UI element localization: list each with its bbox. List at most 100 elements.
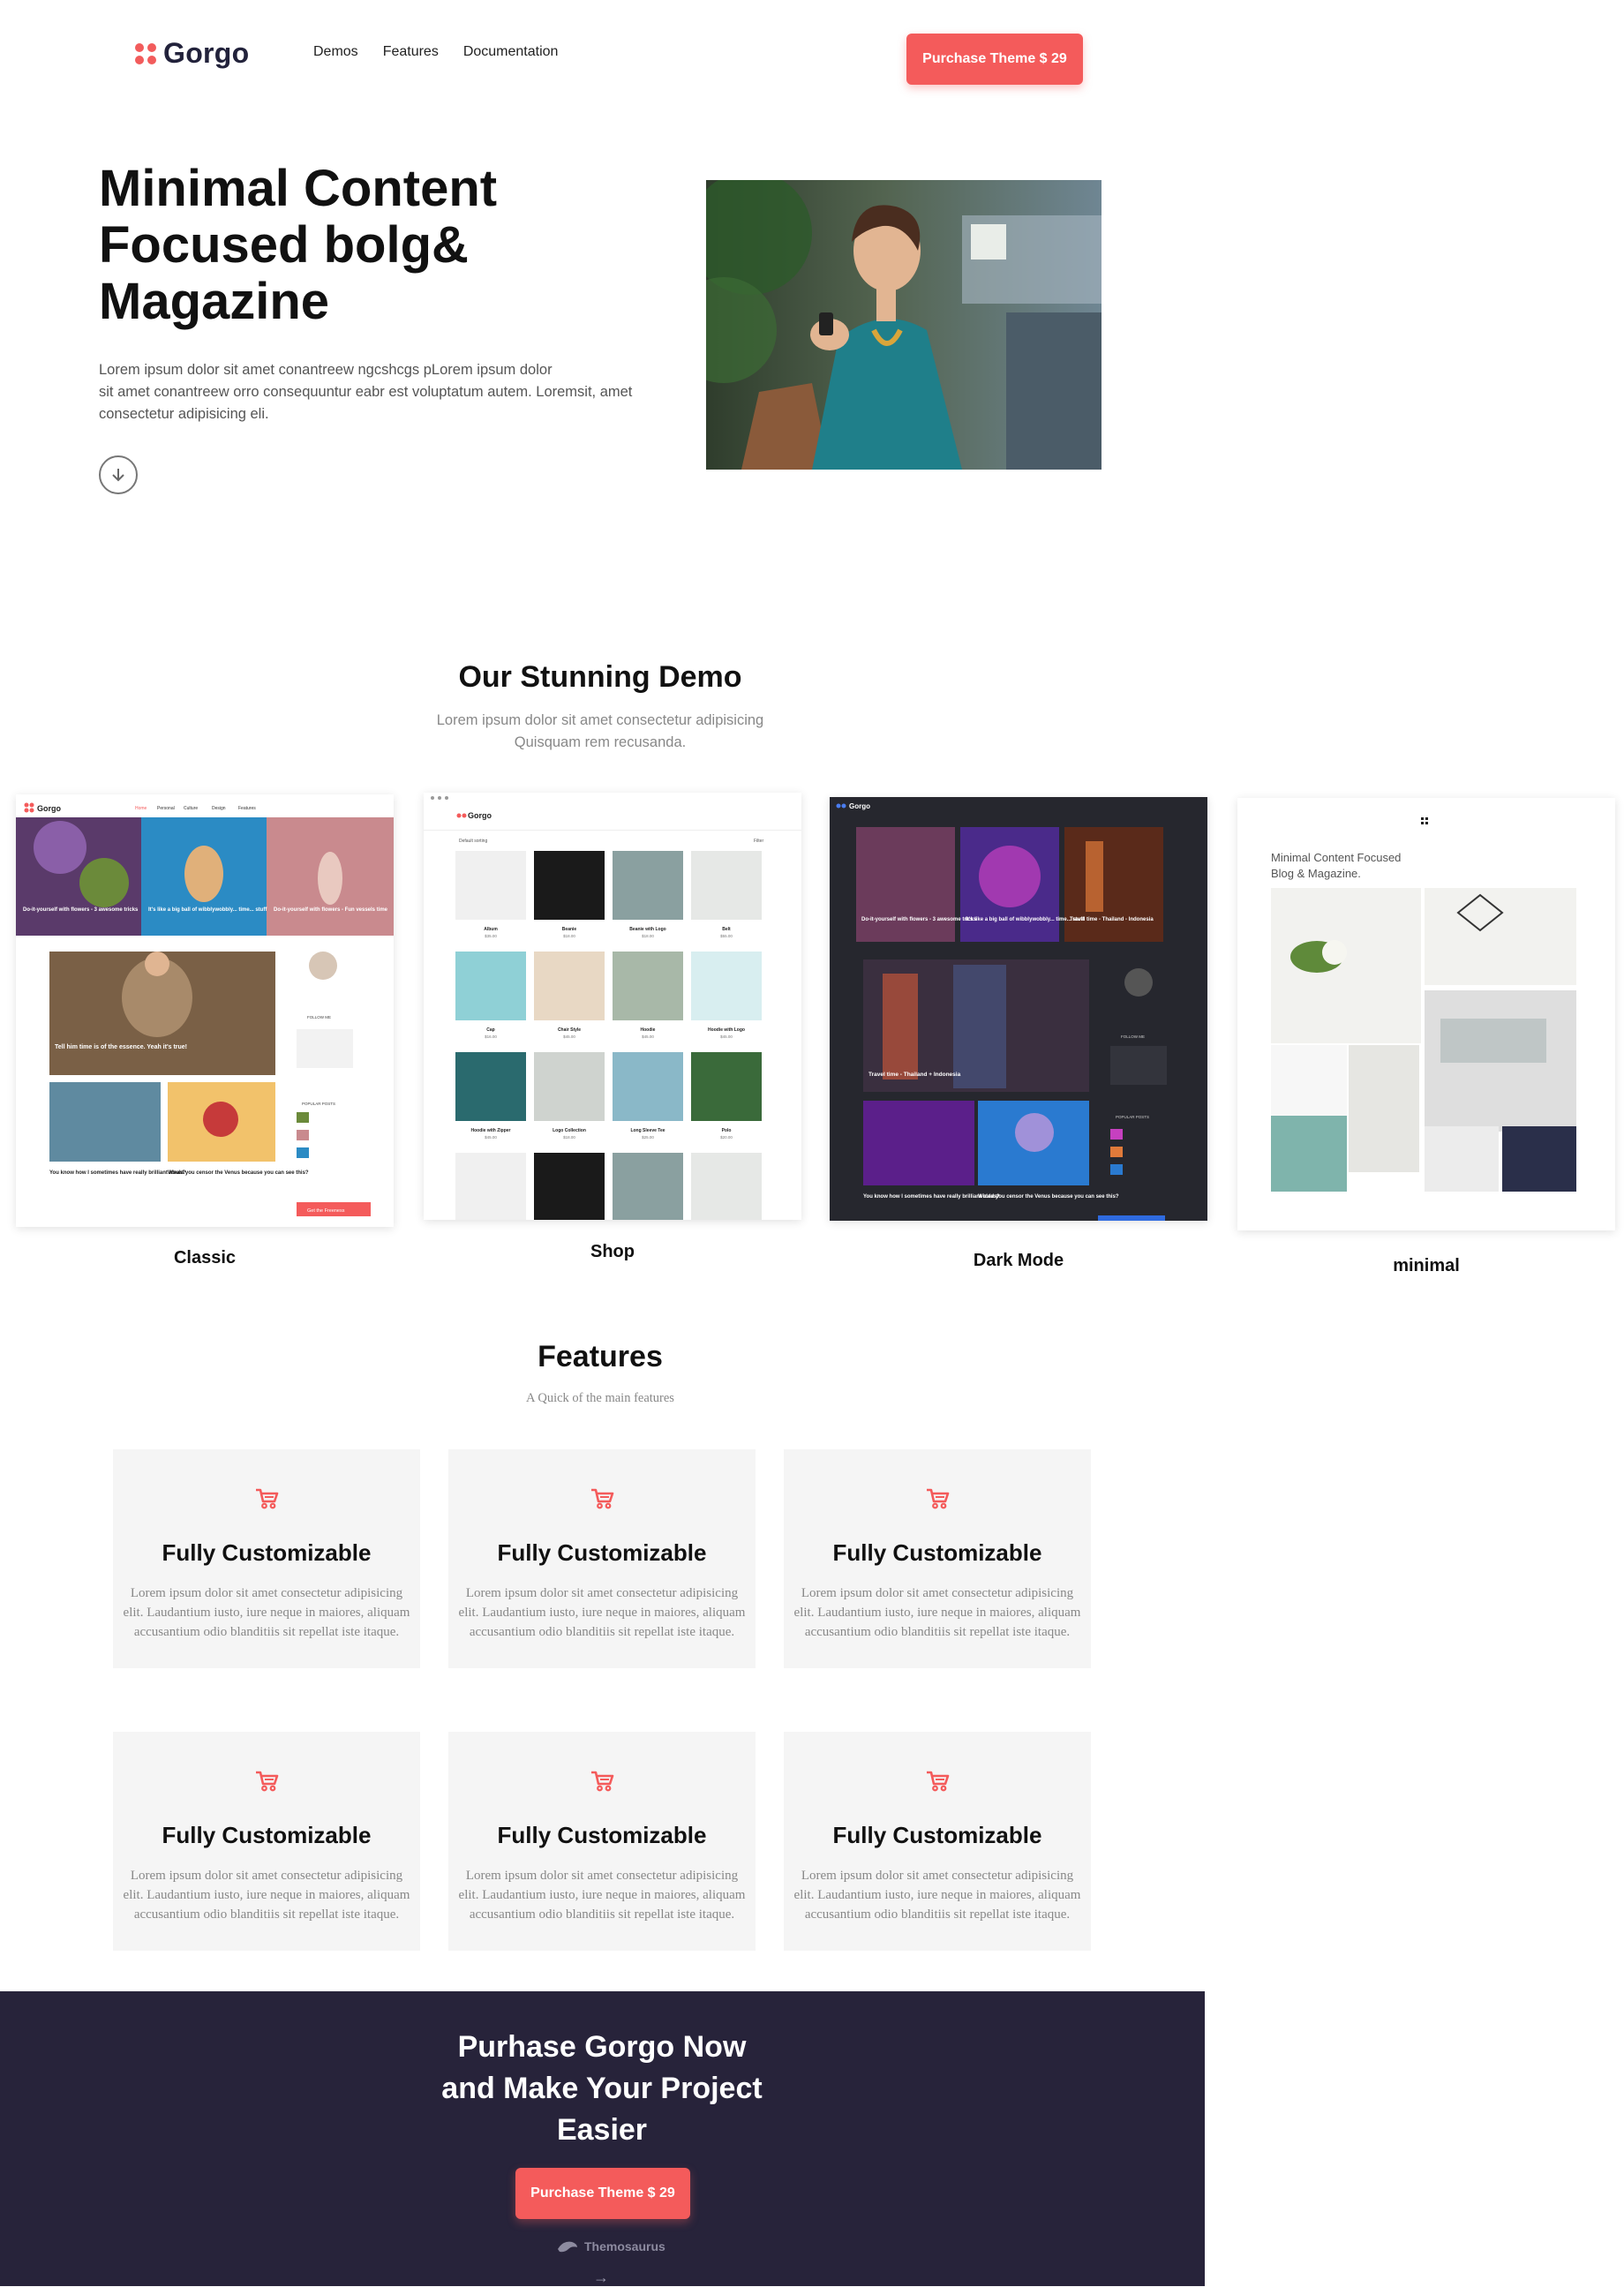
shop-sorting: Default sorting [459, 839, 487, 844]
cta-title: Purhase Gorgo Now and Make Your Project … [381, 2027, 823, 2151]
shop-product-name: Beanie with Logo [629, 927, 665, 932]
feature-text-line: elit. Laudantium iusto, iure neque in ma… [458, 1888, 746, 1902]
shop-product-price: $25.00 [642, 1135, 654, 1140]
feature-text: Lorem ipsum dolor sit amet consectetur a… [786, 1584, 1089, 1642]
dark-slide-title: Travel time - Thailand - Indonesia [1070, 917, 1154, 922]
shop-product-image [534, 1052, 605, 1121]
shop-product-image [534, 952, 605, 1020]
dark-slide-title: Do-it-yourself with flowers - 3 awesome … [861, 917, 977, 922]
shop-product-image [613, 851, 683, 920]
demo-label-shop[interactable]: Shop [424, 1242, 801, 1262]
shop-product-price: $18.00 [563, 934, 575, 938]
feature-text: Lorem ipsum dolor sit amet consectetur a… [115, 1584, 418, 1642]
classic-post-title: Would you censor the Venus because you c… [168, 1170, 309, 1176]
dark-sidebar-popular: POPULAR POSTS [1116, 1115, 1149, 1119]
shop-product-price: $20.00 [720, 1135, 733, 1140]
themosaurus-brand[interactable]: Themosaurus [556, 2238, 665, 2254]
minimal-tagline: Minimal Content Focused [1271, 851, 1401, 864]
hero-text-line: sit amet conantreew orro consequuntur ea… [99, 384, 633, 400]
shop-product-name: Hoodie with Zipper [471, 1128, 511, 1133]
classic-slide-title: Do-it-yourself with flowers - 3 awesome … [23, 907, 139, 913]
shop-product-price: $18.00 [563, 1135, 575, 1140]
shop-product-image [455, 851, 526, 920]
feature-text-line: Lorem ipsum dolor sit amet consectetur a… [130, 1869, 403, 1883]
feature-text-line: elit. Laudantium iusto, iure neque in ma… [123, 1888, 410, 1902]
arrow-right-icon[interactable]: → [593, 2268, 609, 2287]
cta-title-line: Purhase Gorgo Now [457, 2030, 747, 2064]
demo-card-dark-mode[interactable]: Gorgo Do-it-yourself with flowers - 3 aw… [830, 797, 1207, 1221]
shop-product-name: Cap [486, 1027, 494, 1033]
demo-label-minimal[interactable]: minimal [1237, 1256, 1615, 1276]
demos-subtitle-line: Quisquam rem recusanda. [514, 734, 687, 750]
classic-nav-item: Home [135, 806, 147, 811]
feature-card: Fully Customizable Lorem ipsum dolor sit … [448, 1449, 756, 1668]
shop-product-price: $45.00 [563, 1034, 575, 1039]
logo-text: Gorgo [163, 37, 250, 69]
dark-logo-text: Gorgo [849, 802, 870, 810]
features-subtitle: A Quick of the main features [526, 1391, 674, 1405]
demo-card-minimal[interactable]: Minimal Content Focused Blog & Magazine. [1237, 798, 1615, 1230]
shop-product-image [691, 851, 762, 920]
shop-filter: Filter [754, 839, 763, 844]
shop-product-name: Chair Style [558, 1027, 581, 1033]
feature-text-line: accusantium odio blanditiis sit repellat… [469, 1907, 735, 1922]
demo-card-shop[interactable]: Gorgo Default sorting Filter Album $35.00… [424, 793, 801, 1220]
feature-card: Fully Customizable Lorem ipsum dolor sit … [784, 1732, 1091, 1951]
classic-sidebar-popular: POPULAR POSTS [302, 1102, 335, 1106]
demo-label-dark-mode[interactable]: Dark Mode [830, 1251, 1207, 1271]
shopping-cart-icon [591, 1771, 614, 1792]
purchase-cta-section: Purhase Gorgo Now and Make Your Project … [0, 1991, 1205, 2286]
feature-text-line: elit. Laudantium iusto, iure neque in ma… [458, 1606, 746, 1620]
hero-title-line: Focused bolg& [99, 216, 469, 274]
demo-label-classic[interactable]: Classic [16, 1248, 394, 1268]
shop-product-name: Long Sleeve Tee [630, 1128, 665, 1133]
shop-product-name: Album [484, 927, 498, 932]
shop-product-image [613, 952, 683, 1020]
classic-post-title: You know how I sometimes have really bri… [49, 1170, 186, 1176]
shop-product-image [691, 1052, 762, 1121]
nav-demos[interactable]: Demos [313, 44, 358, 60]
feature-card: Fully Customizable Lorem ipsum dolor sit … [113, 1732, 420, 1951]
dark-slide-title: It's like a big ball of wibblywobbly... … [966, 917, 1085, 922]
classic-button: Get the Freeness [307, 1208, 345, 1214]
feature-card: Fully Customizable Lorem ipsum dolor sit … [113, 1449, 420, 1668]
scroll-down-button[interactable] [99, 455, 138, 494]
cta-purchase-button[interactable]: Purchase Theme $ 29 [515, 2168, 690, 2219]
feature-text-line: accusantium odio blanditiis sit repellat… [469, 1625, 735, 1639]
hero-description: Lorem ipsum dolor sit amet conantreew ng… [99, 359, 699, 425]
feature-card: Fully Customizable Lorem ipsum dolor sit … [448, 1732, 756, 1951]
nav-features[interactable]: Features [383, 44, 439, 60]
cta-title-line: Easier [556, 2113, 648, 2147]
classic-logo-text: Gorgo [37, 804, 61, 813]
feature-text-line: accusantium odio blanditiis sit repellat… [133, 1907, 400, 1922]
demo-card-classic[interactable]: Gorgo Home Personal Culture Design Featu… [16, 794, 394, 1227]
feature-text: Lorem ipsum dolor sit amet consectetur a… [786, 1866, 1089, 1924]
demos-subtitle: Lorem ipsum dolor sit amet consectetur a… [380, 710, 821, 754]
shop-product-price: $45.00 [485, 1135, 497, 1140]
nav-documentation[interactable]: Documentation [463, 44, 559, 60]
shop-product-image [534, 1153, 605, 1220]
demos-title: Our Stunning Demo [458, 660, 742, 694]
classic-feature-title: Tell him time is of the essence. Yeah it… [55, 1044, 187, 1050]
classic-nav-item: Features [238, 806, 256, 811]
purchase-theme-button[interactable]: Purchase Theme $ 29 [906, 34, 1083, 85]
logo[interactable]: Gorgo [135, 37, 249, 70]
shop-product-image [613, 1052, 683, 1121]
shopping-cart-icon [256, 1771, 279, 1792]
feature-title: Fully Customizable [497, 1822, 707, 1848]
shop-product-image [534, 851, 605, 920]
feature-text-line: accusantium odio blanditiis sit repellat… [804, 1625, 1071, 1639]
feature-title: Fully Customizable [497, 1539, 707, 1566]
hero-title: Minimal Content Focused bolg& Magazine [99, 161, 646, 330]
classic-slide-title: It's like a big ball of wibblywobbly... … [148, 907, 267, 913]
shop-product-image [691, 1153, 762, 1220]
hero-title-line: Minimal Content [99, 160, 498, 217]
feature-text: Lorem ipsum dolor sit amet consectetur a… [115, 1866, 418, 1924]
shop-preview: Gorgo Default sorting Filter Album $35.00… [424, 793, 801, 1220]
dark-sidebar-follow: FOLLOW ME [1121, 1034, 1145, 1039]
feature-text-line: Lorem ipsum dolor sit amet consectetur a… [465, 1869, 739, 1883]
feature-title: Fully Customizable [832, 1822, 1042, 1848]
dark-feature-title: Travel time - Thailand + Indonesia [868, 1072, 961, 1078]
shop-product-name: Belt [722, 927, 731, 932]
feature-text: Lorem ipsum dolor sit amet consectetur a… [450, 1866, 754, 1924]
